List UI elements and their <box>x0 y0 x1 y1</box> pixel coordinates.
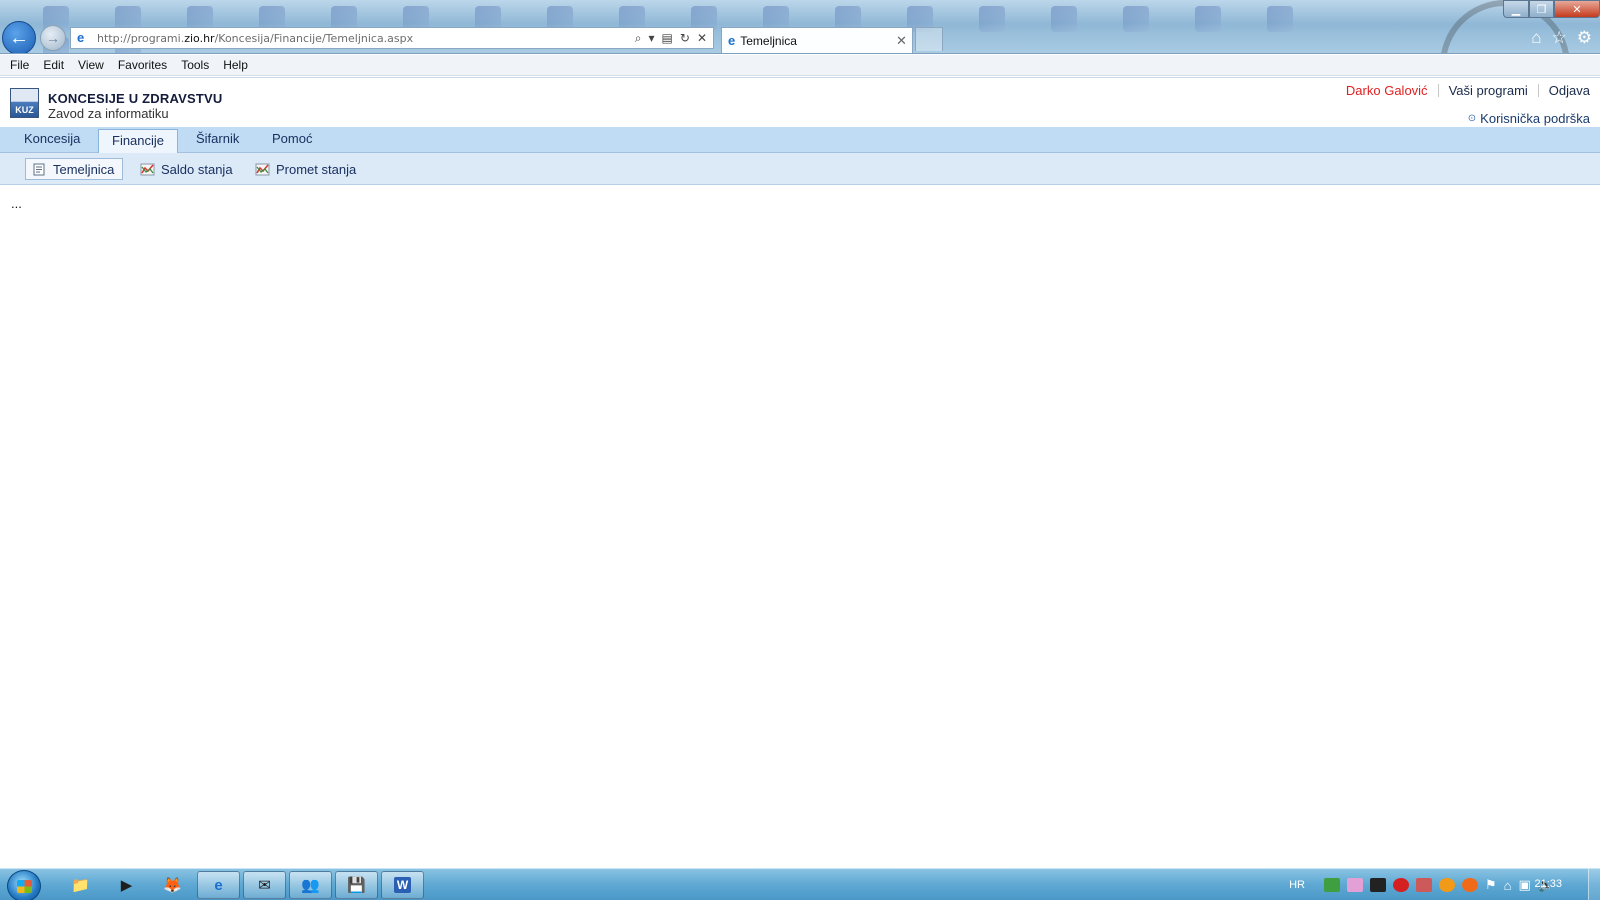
favorites-star-icon[interactable]: ☆ <box>1552 28 1567 48</box>
new-tab-button[interactable] <box>915 27 943 51</box>
tray-app-icon[interactable] <box>1439 878 1455 892</box>
menu-bar: File Edit View Favorites Tools Help <box>0 55 1600 76</box>
tray-app-icon[interactable] <box>1370 878 1386 892</box>
compatibility-view-icon[interactable]: ▤ <box>662 31 673 46</box>
tab-temeljnica[interactable]: e Temeljnica ✕ <box>721 27 913 53</box>
forward-button[interactable]: → <box>40 25 66 51</box>
subnav-label: Temeljnica <box>53 161 115 177</box>
chart-icon <box>255 163 270 175</box>
firefox-icon[interactable]: 🦊 <box>151 871 194 899</box>
stop-icon[interactable]: ✕ <box>697 31 707 46</box>
support-arrow-icon: ⊙ <box>1467 113 1477 124</box>
word-icon[interactable]: W <box>381 871 424 899</box>
network-icon[interactable]: ▣ <box>1519 877 1531 893</box>
system-tray: HR ⚑ ⌂ ▣ 🔈 <box>1289 877 1554 893</box>
subnav-temeljnica[interactable]: Temeljnica <box>25 158 124 180</box>
close-tab-icon[interactable]: ✕ <box>896 33 912 49</box>
ie-page-icon: e <box>77 30 85 45</box>
tray-app-icon[interactable] <box>1416 878 1432 892</box>
tab-pomoc[interactable]: Pomoć <box>272 131 312 146</box>
home-icon[interactable]: ⌂ <box>1531 28 1541 48</box>
mail-icon[interactable]: ✉ <box>243 871 286 899</box>
start-button[interactable] <box>7 870 41 900</box>
app-header: KUZ KONCESIJE U ZDRAVSTVU Zavod za infor… <box>0 77 1600 127</box>
ie-tab-icon: e <box>728 33 736 48</box>
app-title: KONCESIJE U ZDRAVSTVU <box>48 91 223 106</box>
maximize-button[interactable]: ❐ <box>1529 0 1554 18</box>
tab-financije[interactable]: Financije <box>98 129 179 153</box>
minimize-button[interactable]: ▁ <box>1503 0 1529 18</box>
app-subtitle: Zavod za informatiku <box>48 106 169 121</box>
opera-icon[interactable] <box>1393 878 1409 892</box>
back-button[interactable]: ← <box>2 21 36 53</box>
save-icon[interactable]: 💾 <box>335 871 378 899</box>
subnav-label: Promet stanja <box>276 161 357 177</box>
logout-link[interactable]: Odjava <box>1539 83 1590 98</box>
internet-explorer-icon[interactable]: e <box>197 871 240 899</box>
refresh-icon[interactable]: ↻ <box>680 31 690 46</box>
subnav-saldo-stanja[interactable]: Saldo stanja <box>140 158 233 180</box>
menu-tools[interactable]: Tools <box>175 58 215 72</box>
media-player-icon[interactable]: ▶ <box>105 871 148 899</box>
language-indicator[interactable]: HR <box>1289 879 1305 891</box>
support-link[interactable]: ⊙ Korisnička podrška <box>1468 111 1590 126</box>
usb-icon[interactable]: ⌂ <box>1504 878 1512 893</box>
main-nav: Koncesija Financije Šifarnik Pomoć <box>0 127 1600 153</box>
address-bar[interactable]: e http://programi.zio.hr/Koncesija/Finan… <box>70 27 714 49</box>
taskbar-clock[interactable]: 21:33 <box>1534 878 1562 890</box>
tab-sifarnik[interactable]: Šifarnik <box>196 131 239 146</box>
tab-koncesija[interactable]: Koncesija <box>24 131 80 146</box>
folder-icon[interactable]: 📁 <box>59 871 102 899</box>
close-window-button[interactable]: ✕ <box>1554 0 1600 18</box>
menu-help[interactable]: Help <box>217 58 254 72</box>
document-icon <box>33 163 45 175</box>
programs-link[interactable]: Vaši programi <box>1439 83 1538 98</box>
taskbar: 📁 ▶ 🦊 e ✉ 👥 💾 W HR ⚑ ⌂ ▣ 🔈 21:33 <box>0 868 1600 900</box>
gear-icon[interactable]: ⚙ <box>1577 28 1592 48</box>
kuz-logo: KUZ <box>10 88 39 118</box>
security-icon[interactable] <box>1324 878 1340 892</box>
menu-edit[interactable]: Edit <box>37 58 70 72</box>
menu-file[interactable]: File <box>4 58 35 72</box>
user-name-link[interactable]: Darko Galović <box>1336 83 1438 98</box>
browser-titlebar: ← → e http://programi.zio.hr/Koncesija/F… <box>0 0 1600 54</box>
dropdown-arrow-icon[interactable]: ▾ <box>649 31 655 46</box>
sub-nav: Temeljnica Saldo stanja Promet stanja <box>0 153 1600 185</box>
users-icon[interactable]: 👥 <box>289 871 332 899</box>
menu-favorites[interactable]: Favorites <box>112 58 173 72</box>
subnav-promet-stanja[interactable]: Promet stanja <box>255 158 356 180</box>
flag-icon[interactable]: ⚑ <box>1485 877 1497 893</box>
search-icon[interactable]: ⌕ <box>635 31 642 46</box>
tray-app-icon[interactable] <box>1462 878 1478 892</box>
support-label: Korisnička podrška <box>1480 111 1590 126</box>
chart-icon <box>140 163 155 175</box>
content-placeholder: ... <box>11 196 22 211</box>
show-desktop-button[interactable] <box>1588 869 1600 900</box>
user-links: Darko Galović Vaši programi Odjava <box>1336 83 1590 98</box>
tab-title: Temeljnica <box>740 33 797 48</box>
tray-app-icon[interactable] <box>1347 878 1363 892</box>
menu-view[interactable]: View <box>72 58 110 72</box>
subnav-label: Saldo stanja <box>161 161 233 177</box>
address-url[interactable]: http://programi.zio.hr/Koncesija/Financi… <box>97 32 635 45</box>
